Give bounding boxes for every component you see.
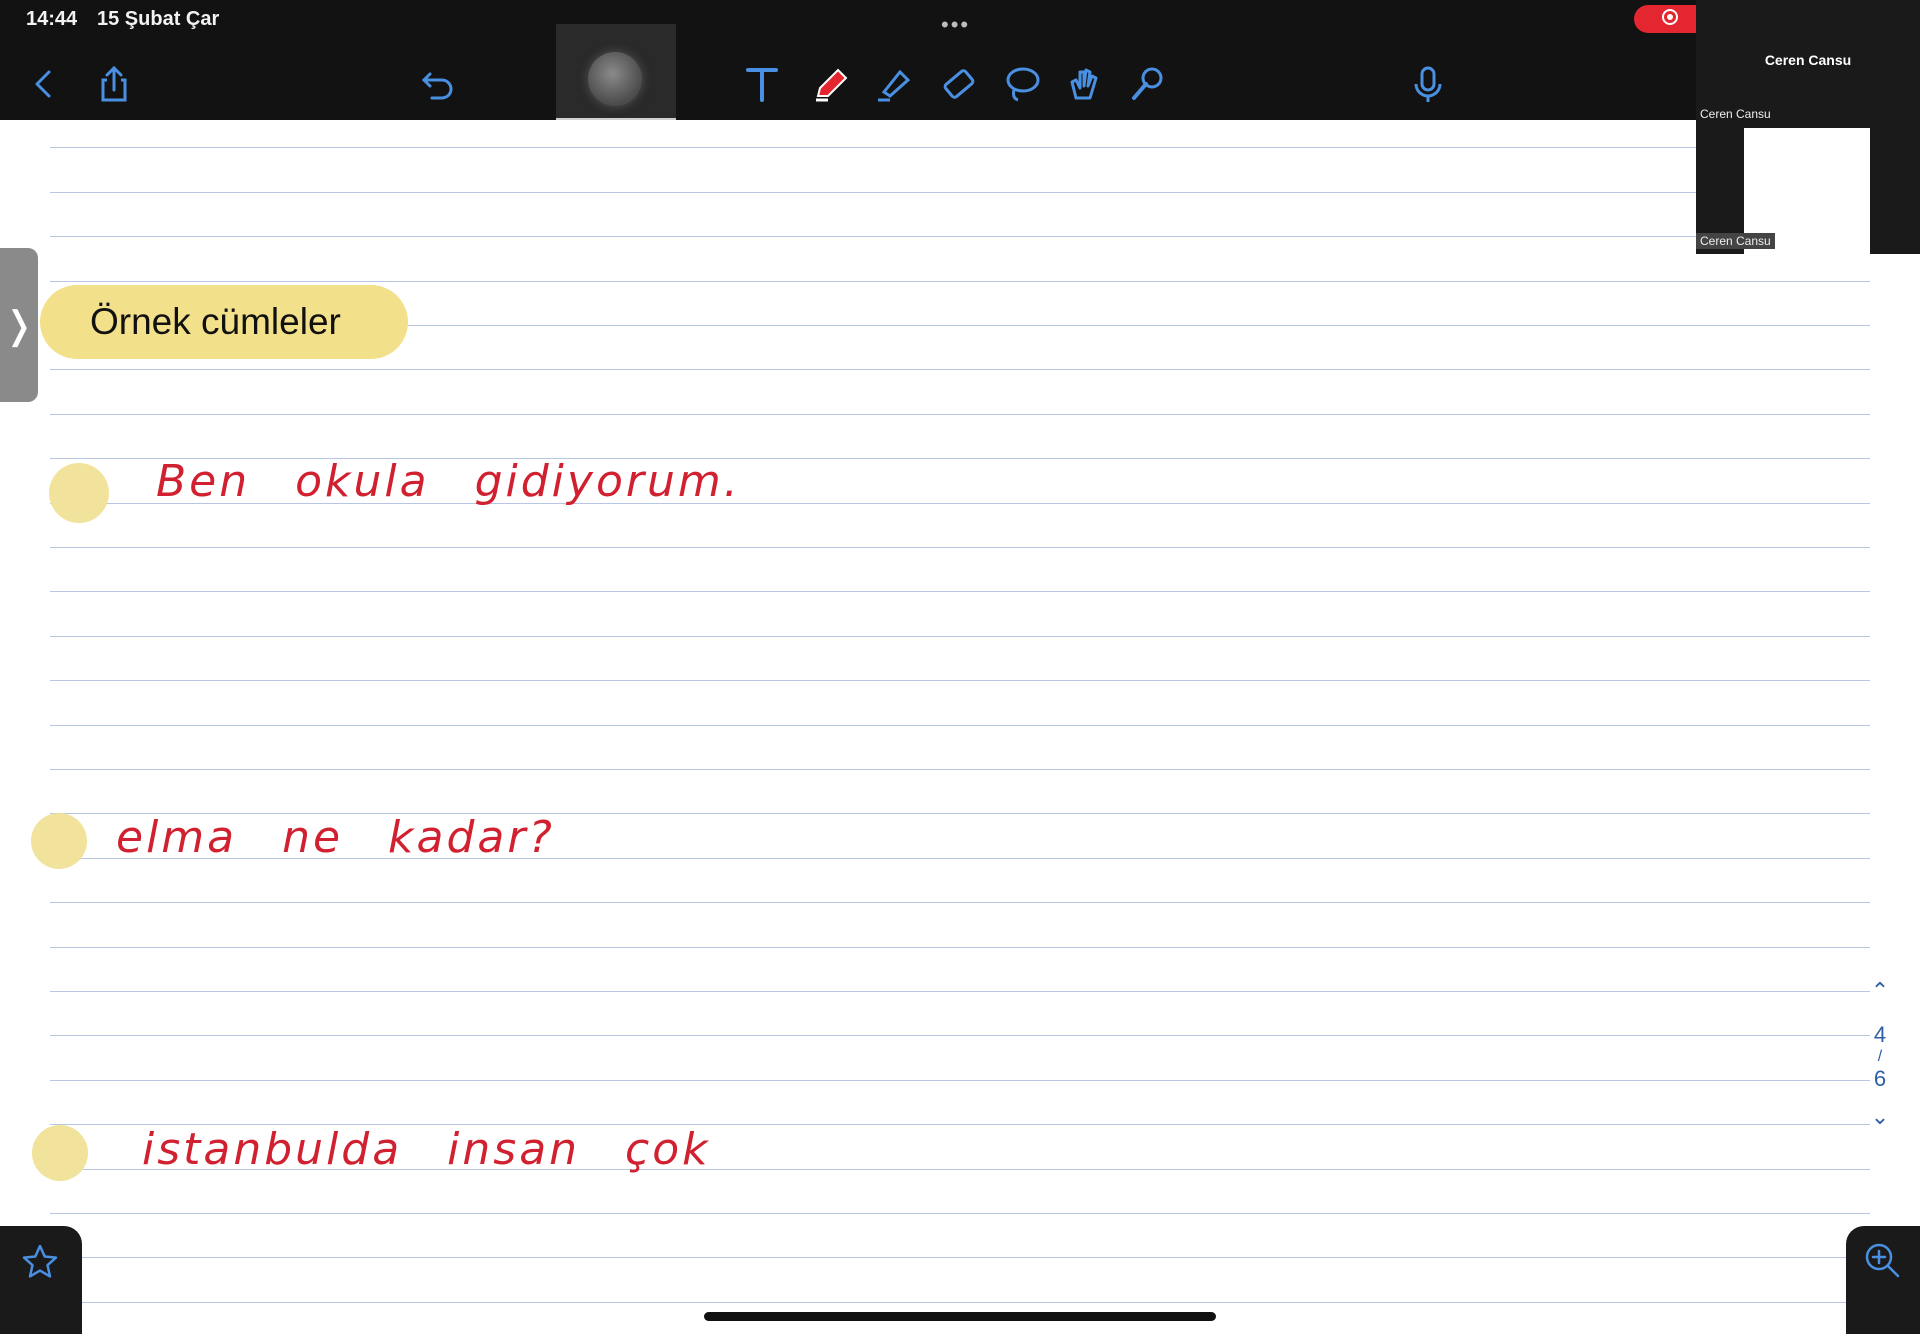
participant-name: Ceren Cansu <box>1764 52 1852 68</box>
pen-tool-button[interactable] <box>806 60 854 108</box>
ruled-line <box>50 680 1870 681</box>
page-heading: Örnek cümleler <box>90 301 341 342</box>
highlighter-tool-button[interactable] <box>870 60 918 108</box>
ruled-line <box>50 147 1870 148</box>
back-icon <box>35 70 51 98</box>
hand-tool-button[interactable] <box>1060 60 1108 108</box>
ruled-line <box>50 947 1870 948</box>
ruled-line <box>50 1302 1870 1303</box>
heading-highlight: Örnek cümleler <box>40 285 408 359</box>
page-down-icon[interactable]: ⌄ <box>1860 1104 1900 1130</box>
chevron-right-icon: ❭ <box>3 304 35 347</box>
total-pages: 6 <box>1873 1066 1887 1091</box>
ruled-line <box>50 902 1870 903</box>
ruled-line <box>50 591 1870 592</box>
top-toolbar: 14:44 15 Şubat Çar ••• <box>0 0 1920 139</box>
highlight-bullet <box>31 813 87 869</box>
lasso-tool-icon <box>1006 67 1040 102</box>
ruled-line <box>50 1080 1870 1081</box>
participant-label: Ceren Cansu <box>1700 107 1771 121</box>
microphone-icon <box>1414 66 1442 102</box>
share-icon <box>101 65 127 102</box>
status-date: 15 Şubat Çar <box>97 8 220 30</box>
zoom-in-icon <box>1865 1243 1900 1278</box>
laser-pointer-button[interactable] <box>1124 60 1172 108</box>
highlight-bullet <box>49 463 109 523</box>
star-icon <box>22 1244 58 1278</box>
ruled-line <box>50 1257 1870 1258</box>
ruled-line <box>50 1213 1870 1214</box>
handwritten-line-3: istanbulda insan çok <box>142 1124 711 1175</box>
handwritten-line-1: Ben okula gidiyorum. <box>156 456 741 507</box>
highlighter-tool-icon <box>878 69 911 102</box>
eraser-tool-button[interactable] <box>934 60 982 108</box>
lasso-tool-button[interactable] <box>998 60 1046 108</box>
text-tool-button[interactable] <box>738 60 786 108</box>
page-separator: / <box>1877 1048 1883 1065</box>
ruled-line <box>50 192 1870 193</box>
handwritten-line-2: elma ne kadar? <box>116 812 555 863</box>
highlight-bullet <box>32 1125 88 1181</box>
participant-label: Ceren Cansu <box>1696 233 1775 249</box>
status-time: 14:44 <box>26 8 78 30</box>
pen-tool-icon <box>816 68 848 102</box>
ruled-line <box>50 769 1870 770</box>
favorites-corner[interactable] <box>0 1226 82 1334</box>
ruled-line <box>50 414 1870 415</box>
ruled-line <box>50 636 1870 637</box>
microphone-button[interactable] <box>1404 60 1452 108</box>
current-page: 4 <box>1873 1022 1887 1047</box>
ruled-line <box>50 236 1870 237</box>
ruled-line <box>50 369 1870 370</box>
back-button[interactable] <box>20 60 68 108</box>
hand-tool-icon <box>1070 68 1098 100</box>
undo-icon <box>421 72 453 100</box>
pencil-connection-indicator[interactable] <box>588 52 642 106</box>
multitasking-dots[interactable]: ••• <box>941 12 970 38</box>
laser-pointer-icon <box>1132 67 1163 100</box>
undo-button[interactable] <box>414 60 462 108</box>
ruled-line <box>50 281 1870 282</box>
video-participants-panel[interactable]: Ceren Cansu Ceren Cansu Ceren Cansu <box>1696 0 1920 254</box>
note-page[interactable]: Örnek cümleler Ben okula gidiyorum. elma… <box>0 120 1920 1334</box>
ruled-line <box>50 1035 1870 1036</box>
sidebar-toggle[interactable]: ❭ <box>0 248 38 402</box>
share-button[interactable] <box>90 60 138 108</box>
eraser-tool-icon <box>943 69 975 99</box>
home-indicator[interactable] <box>704 1312 1216 1321</box>
text-tool-icon <box>746 68 778 102</box>
ruled-line <box>50 991 1870 992</box>
ruled-line <box>50 547 1870 548</box>
page-navigator: ⌃ 4 / 6 ⌄ <box>1860 978 1900 1130</box>
page-up-icon[interactable]: ⌃ <box>1860 978 1900 1004</box>
zoom-corner[interactable] <box>1846 1226 1920 1334</box>
ruled-line <box>50 725 1870 726</box>
record-icon <box>1662 9 1678 25</box>
